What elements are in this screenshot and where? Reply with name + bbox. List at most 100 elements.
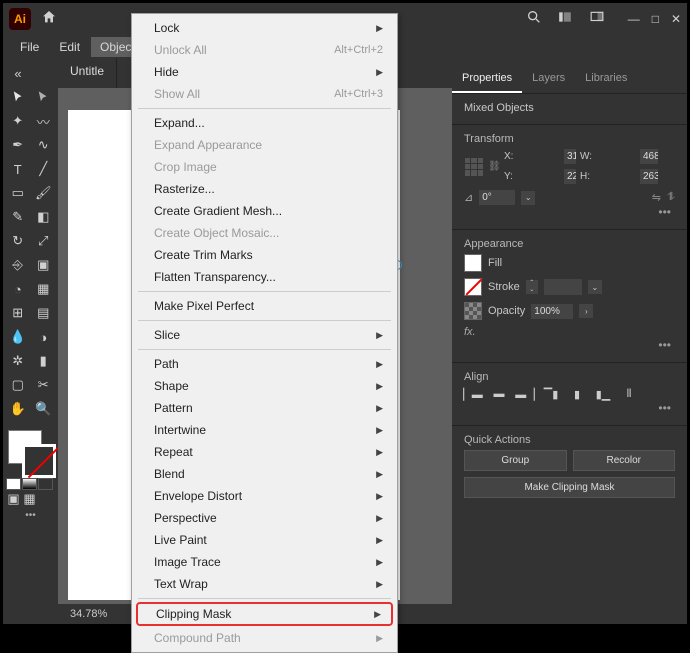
- line-tool-icon[interactable]: ╱: [32, 158, 56, 180]
- align-bottom-icon[interactable]: ▮▁: [594, 387, 612, 401]
- maximize-button[interactable]: □: [652, 12, 659, 26]
- group-button[interactable]: Group: [464, 450, 567, 471]
- zoom-level[interactable]: 34.78%: [70, 608, 107, 620]
- eraser-tool-icon[interactable]: ◧: [32, 206, 56, 228]
- h-input[interactable]: 263.4868 p: [640, 169, 658, 184]
- angle-input[interactable]: 0°: [479, 190, 515, 205]
- rectangle-tool-icon[interactable]: ▭: [6, 182, 30, 204]
- edit-toolbar-icon[interactable]: ▦: [22, 492, 37, 506]
- stroke-color-swatch[interactable]: [464, 278, 482, 296]
- fill-color-swatch[interactable]: [464, 254, 482, 272]
- x-input[interactable]: 311.2632 p: [564, 149, 576, 164]
- make-clipping-mask-button[interactable]: Make Clipping Mask: [464, 477, 675, 498]
- align-more-icon[interactable]: •••: [464, 401, 675, 415]
- menu-perspective[interactable]: Perspective▶: [132, 507, 397, 529]
- tab-properties[interactable]: Properties: [452, 66, 522, 93]
- screen-mode-icon[interactable]: ▣: [6, 492, 21, 506]
- align-top-icon[interactable]: ▔▮: [542, 387, 560, 401]
- menu-envelope-distort[interactable]: Envelope Distort▶: [132, 485, 397, 507]
- gradient-tool-icon[interactable]: ▤: [32, 302, 56, 324]
- menu-hide[interactable]: Hide▶: [132, 61, 397, 83]
- symbol-sprayer-tool-icon[interactable]: ✲: [6, 350, 30, 372]
- paintbrush-tool-icon[interactable]: 🖌: [32, 182, 56, 204]
- menu-pattern[interactable]: Pattern▶: [132, 397, 397, 419]
- eyedropper-tool-icon[interactable]: 💧: [6, 326, 30, 348]
- hand-tool-icon[interactable]: ✋: [6, 398, 30, 420]
- width-tool-icon[interactable]: ⎆: [6, 254, 30, 276]
- magic-wand-tool-icon[interactable]: ✦: [6, 110, 30, 132]
- menu-text-wrap[interactable]: Text Wrap▶: [132, 573, 397, 595]
- home-icon[interactable]: [41, 9, 57, 29]
- menu-slice[interactable]: Slice▶: [132, 324, 397, 346]
- arrange-icon[interactable]: [556, 10, 574, 29]
- artboard-tool-icon[interactable]: ▢: [6, 374, 30, 396]
- mesh-tool-icon[interactable]: ⊞: [6, 302, 30, 324]
- none-mode-icon[interactable]: [38, 478, 53, 490]
- blend-tool-icon[interactable]: ◑: [32, 326, 56, 348]
- pen-tool-icon[interactable]: ✒: [6, 134, 30, 156]
- align-hcenter-icon[interactable]: ▬: [490, 387, 508, 401]
- fill-stroke-swatch[interactable]: [6, 428, 54, 476]
- gradient-mode-icon[interactable]: [22, 478, 37, 490]
- menu-repeat[interactable]: Repeat▶: [132, 441, 397, 463]
- color-mode-icon[interactable]: [6, 478, 21, 490]
- y-input[interactable]: 220.5614 p: [564, 169, 576, 184]
- shaper-tool-icon[interactable]: ✎: [6, 206, 30, 228]
- menu-expand[interactable]: Expand...: [132, 112, 397, 134]
- stroke-weight-dropdown-icon[interactable]: ⌄: [588, 280, 602, 294]
- document-tab[interactable]: Untitle: [58, 58, 117, 88]
- lasso-tool-icon[interactable]: 〰: [32, 110, 56, 132]
- appearance-more-icon[interactable]: •••: [464, 338, 675, 352]
- angle-dropdown-icon[interactable]: ⌄: [521, 191, 535, 205]
- direct-selection-tool-icon[interactable]: [32, 86, 56, 108]
- menu-edit[interactable]: Edit: [50, 37, 89, 57]
- workspace-icon[interactable]: [588, 10, 606, 29]
- stroke-swatch[interactable]: [22, 444, 56, 478]
- scale-tool-icon[interactable]: ⤢: [32, 230, 56, 252]
- zoom-tool-icon[interactable]: 🔍: [32, 398, 56, 420]
- tab-layers[interactable]: Layers: [522, 66, 575, 93]
- minimize-button[interactable]: —: [628, 12, 640, 26]
- perspective-tool-icon[interactable]: ▦: [32, 278, 56, 300]
- selection-tool-icon[interactable]: [6, 86, 30, 108]
- stroke-weight-stepper[interactable]: ⌃⌄: [526, 280, 538, 294]
- link-wh-icon[interactable]: ⛓: [488, 161, 500, 172]
- rotate-tool-icon[interactable]: ↻: [6, 230, 30, 252]
- tab-libraries[interactable]: Libraries: [575, 66, 637, 93]
- flip-h-icon[interactable]: ⇋: [652, 191, 661, 204]
- toolbar-more-icon[interactable]: •••: [6, 510, 55, 521]
- search-icon[interactable]: [526, 9, 542, 30]
- menu-trim-marks[interactable]: Create Trim Marks: [132, 244, 397, 266]
- menu-path[interactable]: Path▶: [132, 353, 397, 375]
- graph-tool-icon[interactable]: ▮: [32, 350, 56, 372]
- menu-lock[interactable]: Lock▶: [132, 17, 397, 39]
- opacity-input[interactable]: 100%: [531, 304, 573, 319]
- flip-v-icon[interactable]: ⥮: [667, 191, 675, 204]
- distribute-icon[interactable]: ⫴: [620, 387, 638, 401]
- slice-tool-icon[interactable]: ✂: [32, 374, 56, 396]
- w-input[interactable]: 468.4211 p: [640, 149, 658, 164]
- opacity-swatch-icon[interactable]: [464, 302, 482, 320]
- shape-builder-tool-icon[interactable]: ◔: [6, 278, 30, 300]
- menu-shape[interactable]: Shape▶: [132, 375, 397, 397]
- transform-more-icon[interactable]: •••: [464, 205, 675, 219]
- menu-pixel-perfect[interactable]: Make Pixel Perfect: [132, 295, 397, 317]
- menu-blend[interactable]: Blend▶: [132, 463, 397, 485]
- curvature-tool-icon[interactable]: ∿: [32, 134, 56, 156]
- free-transform-tool-icon[interactable]: ▣: [32, 254, 56, 276]
- fx-label[interactable]: fx.: [464, 326, 675, 338]
- toolbar-handle-icon[interactable]: «: [6, 62, 30, 84]
- menu-flatten-transparency[interactable]: Flatten Transparency...: [132, 266, 397, 288]
- recolor-button[interactable]: Recolor: [573, 450, 676, 471]
- menu-rasterize[interactable]: Rasterize...: [132, 178, 397, 200]
- menu-live-paint[interactable]: Live Paint▶: [132, 529, 397, 551]
- align-left-icon[interactable]: ▏▬: [464, 387, 482, 401]
- menu-intertwine[interactable]: Intertwine▶: [132, 419, 397, 441]
- menu-gradient-mesh[interactable]: Create Gradient Mesh...: [132, 200, 397, 222]
- align-right-icon[interactable]: ▬▕: [516, 387, 534, 401]
- menu-clipping-mask[interactable]: Clipping Mask▶: [136, 602, 393, 626]
- menu-file[interactable]: File: [11, 37, 48, 57]
- close-button[interactable]: ✕: [671, 12, 681, 26]
- stroke-weight-input[interactable]: [544, 279, 582, 295]
- opacity-dropdown-icon[interactable]: ›: [579, 304, 593, 318]
